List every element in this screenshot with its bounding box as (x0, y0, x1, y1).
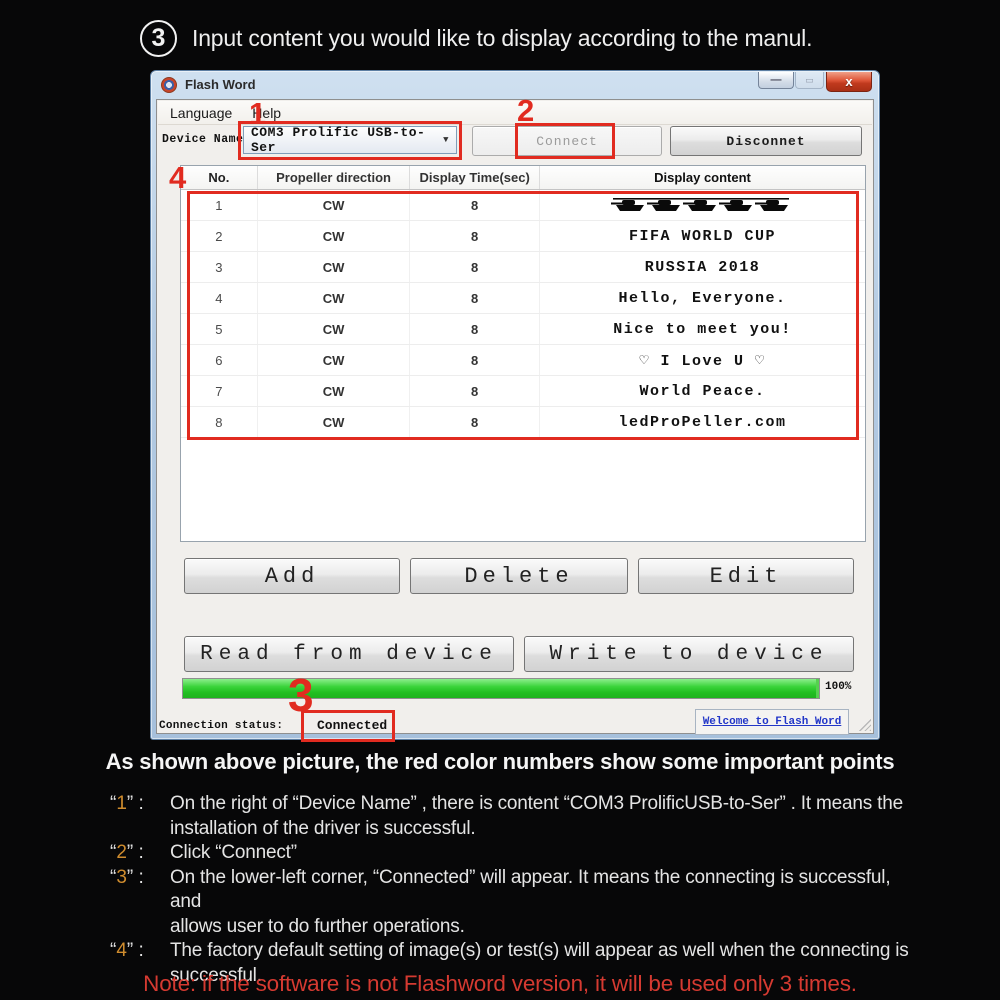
cell-no: 4 (181, 283, 258, 313)
menu-language[interactable]: Language (160, 103, 242, 123)
cell-display-time: 8 (410, 221, 540, 251)
footer-item: “2” : Click “Connect” (110, 841, 915, 866)
cell-no: 1 (181, 190, 258, 220)
table-body: 1 CW 8 2 CW 8 FIFA WORLD CUP 3 CW 8 RUSSIA 2018 4 C… (181, 190, 865, 438)
cell-propeller-direction: CW (258, 190, 411, 220)
edit-button[interactable]: Edit (638, 558, 854, 594)
progress-bar (182, 678, 820, 699)
window-controls: — ▭ x (758, 72, 872, 92)
write-to-device-button[interactable]: Write to device (524, 636, 854, 672)
footer-item: “1” : On the right of “Device Name” , th… (110, 792, 915, 841)
resize-grip[interactable] (859, 719, 871, 731)
cell-propeller-direction: CW (258, 221, 411, 251)
footer-item-number: “4” : (110, 940, 150, 961)
cell-display-time: 8 (410, 407, 540, 437)
header-no: No. (181, 166, 258, 189)
annotation-number-1: 1 (249, 96, 267, 131)
delete-button[interactable]: Delete (410, 558, 628, 594)
cell-display-time: 8 (410, 345, 540, 375)
table-header-row: No. Propeller direction Display Time(sec… (181, 166, 865, 190)
footer-item-number: “1” : (110, 793, 150, 814)
cell-display-content: ledProPeller.com (618, 413, 787, 431)
cell-propeller-direction: CW (258, 314, 411, 344)
progress-percent-label: 100% (825, 681, 852, 693)
cell-display-time: 8 (410, 314, 540, 344)
window-title: Flash Word (185, 77, 256, 92)
cell-no: 6 (181, 345, 258, 375)
cell-display-time: 8 (410, 190, 540, 220)
table-row[interactable]: 4 CW 8 Hello, Everyone. (181, 283, 865, 314)
footer-item: “3” : On the lower-left corner, “Connect… (110, 866, 915, 940)
annotation-number-2: 2 (517, 93, 535, 128)
welcome-link-box[interactable]: Welcome to Flash Word (695, 709, 849, 735)
progress-bar-fill (183, 679, 819, 698)
display-content-table[interactable]: No. Propeller direction Display Time(sec… (180, 165, 866, 542)
device-port-value: COM3 Prolific USB-to-Ser (251, 125, 426, 155)
window-client-area: Language Help Device Name COM3 Prolific … (156, 95, 874, 742)
device-port-dropdown[interactable]: COM3 Prolific USB-to-Ser ▼ (243, 125, 457, 155)
device-name-label: Device Name (162, 133, 244, 146)
read-from-device-button[interactable]: Read from device (184, 636, 514, 672)
minimize-button[interactable]: — (758, 72, 794, 89)
cell-display-content: World Peace. (639, 382, 766, 400)
cell-display-content: Hello, Everyone. (618, 289, 787, 307)
cell-display-time: 8 (410, 376, 540, 406)
connection-status-label: Connection status: (159, 720, 284, 732)
footer-heading: As shown above picture, the red color nu… (105, 749, 895, 774)
cell-propeller-direction: CW (258, 407, 411, 437)
cell-propeller-direction: CW (258, 376, 411, 406)
footer-item-number: “3” : (110, 866, 150, 888)
cell-display-content: ♡ I Love U ♡ (639, 352, 766, 370)
flash-word-window: Flash Word — ▭ x Language Help Device Na… (150, 70, 880, 742)
cell-display-time: 8 (410, 252, 540, 282)
table-row[interactable]: 8 CW 8 ledProPeller.com (181, 407, 865, 438)
cell-no: 8 (181, 407, 258, 437)
chevron-down-icon: ▼ (443, 135, 449, 145)
cell-no: 7 (181, 376, 258, 406)
connection-status-value: Connected (317, 718, 388, 733)
step-number: 3 (151, 24, 166, 52)
welcome-link[interactable]: Welcome to Flash Word (703, 716, 842, 728)
page: 3 Input content you would like to displa… (0, 0, 1000, 1000)
annotation-number-4: 4 (169, 160, 187, 195)
footer-item-text: On the right of “Device Name” , there is… (170, 793, 903, 839)
cell-display-content: RUSSIA 2018 (644, 258, 761, 276)
app-icon (161, 77, 177, 93)
add-button[interactable]: Add (184, 558, 400, 594)
header-display-content: Display content (654, 170, 751, 185)
close-button[interactable]: x (826, 72, 872, 92)
cell-propeller-direction: CW (258, 345, 411, 375)
cell-no: 2 (181, 221, 258, 251)
step-instruction-text: Input content you would like to display … (192, 25, 813, 51)
table-row[interactable]: 5 CW 8 Nice to meet you! (181, 314, 865, 345)
table-row[interactable]: 6 CW 8 ♡ I Love U ♡ (181, 345, 865, 376)
table-row[interactable]: 2 CW 8 FIFA WORLD CUP (181, 221, 865, 252)
header-display-time: Display Time(sec) (410, 166, 540, 189)
tank-icons (611, 198, 790, 211)
footer-item-text: On the lower-left corner, “Connected” wi… (170, 866, 891, 937)
cell-display-content: FIFA WORLD CUP (628, 227, 776, 245)
footer-item-text: Click “Connect” (170, 842, 297, 863)
annotation-number-3: 3 (288, 669, 314, 721)
cell-display-content: Nice to meet you! (613, 320, 792, 338)
disconnect-button[interactable]: Disconnet (670, 126, 862, 156)
footer-note: Note: if the software is not Flashword v… (143, 971, 857, 996)
cell-display-content (540, 190, 865, 220)
cell-propeller-direction: CW (258, 252, 411, 282)
footer-items: “1” : On the right of “Device Name” , th… (110, 792, 915, 988)
cell-display-time: 8 (410, 283, 540, 313)
table-row[interactable]: 3 CW 8 RUSSIA 2018 (181, 252, 865, 283)
connect-button[interactable]: Connect (472, 126, 662, 156)
table-row[interactable]: 7 CW 8 World Peace. (181, 376, 865, 407)
cell-no: 3 (181, 252, 258, 282)
footer-item-number: “2” : (110, 842, 150, 863)
titlebar[interactable]: Flash Word — ▭ x (151, 71, 879, 99)
header-propeller-direction: Propeller direction (258, 166, 411, 189)
maximize-button[interactable]: ▭ (795, 72, 824, 89)
step-number-badge: 3 (140, 20, 177, 57)
table-row[interactable]: 1 CW 8 (181, 190, 865, 221)
cell-propeller-direction: CW (258, 283, 411, 313)
cell-no: 5 (181, 314, 258, 344)
